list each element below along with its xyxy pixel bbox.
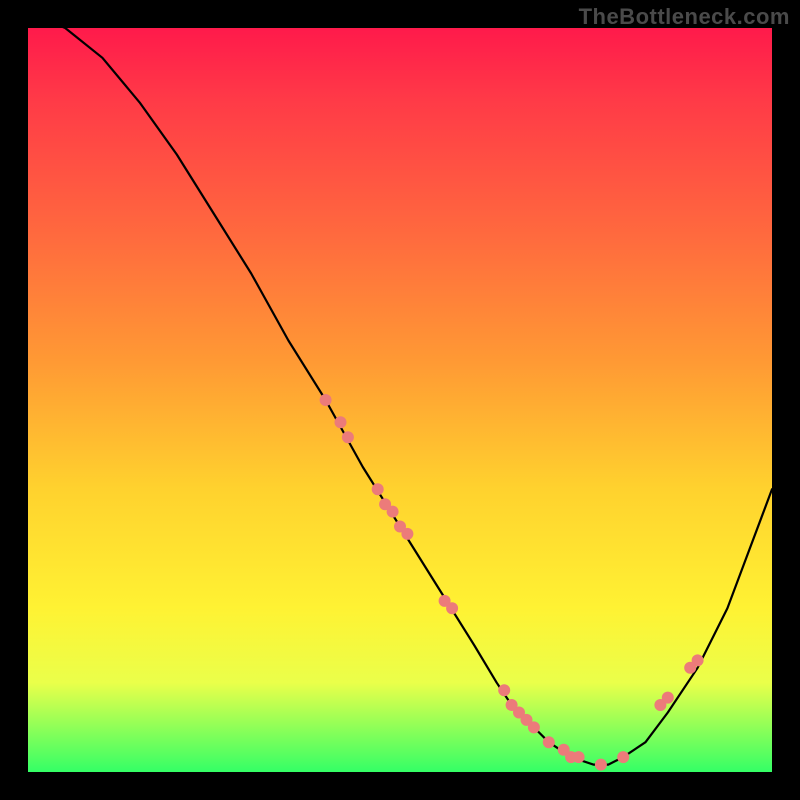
data-point xyxy=(342,431,354,443)
data-point xyxy=(498,684,510,696)
data-point xyxy=(528,721,540,733)
data-point xyxy=(573,751,585,763)
data-point xyxy=(401,528,413,540)
data-point xyxy=(387,506,399,518)
curve-svg xyxy=(28,28,772,772)
data-point xyxy=(595,759,607,771)
data-point xyxy=(320,394,332,406)
chart-frame: TheBottleneck.com xyxy=(0,0,800,800)
bottleneck-curve xyxy=(28,13,772,765)
data-point xyxy=(692,654,704,666)
plot-area xyxy=(28,28,772,772)
data-point xyxy=(662,692,674,704)
data-point xyxy=(617,751,629,763)
data-point xyxy=(543,736,555,748)
data-point xyxy=(372,483,384,495)
watermark-text: TheBottleneck.com xyxy=(579,4,790,30)
marker-group xyxy=(320,394,704,771)
data-point xyxy=(335,416,347,428)
data-point xyxy=(446,602,458,614)
